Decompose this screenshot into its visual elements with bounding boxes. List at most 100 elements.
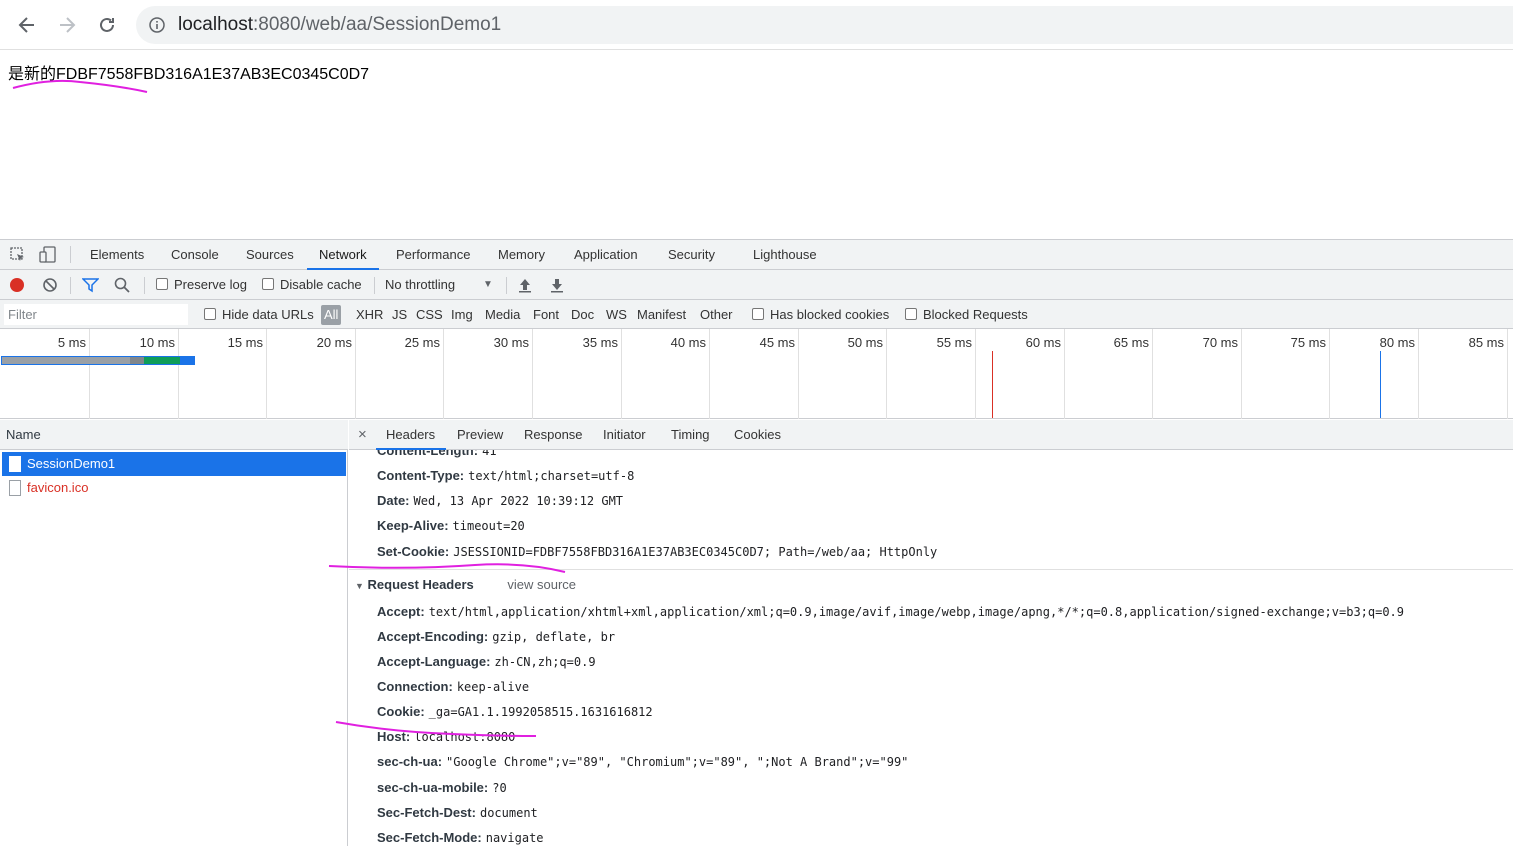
- timeline-tick-label: 70 ms: [1202, 335, 1238, 350]
- header-row: Date: Wed, 13 Apr 2022 10:39:12 GMT: [377, 493, 623, 508]
- header-value: ?0: [492, 781, 507, 795]
- export-har-icon[interactable]: [550, 277, 564, 296]
- type-filter-other[interactable]: Other: [700, 300, 733, 329]
- tab-application[interactable]: Application: [574, 240, 638, 270]
- request-name: favicon.ico: [27, 480, 89, 495]
- type-filter-doc[interactable]: Doc: [571, 300, 594, 329]
- browser-toolbar: localhost:8080/web/aa/SessionDemo1: [0, 0, 1513, 50]
- blocked-requests-checkbox[interactable]: Blocked Requests: [905, 300, 1028, 329]
- type-filter-js[interactable]: JS: [392, 300, 407, 329]
- preserve-log-checkbox[interactable]: Preserve log: [156, 270, 247, 300]
- header-value: gzip, deflate, br: [492, 630, 616, 644]
- clear-icon[interactable]: [42, 277, 58, 296]
- filter-icon[interactable]: [81, 277, 100, 296]
- document-file-icon: [9, 456, 21, 472]
- url-text: localhost:8080/web/aa/SessionDemo1: [178, 14, 501, 36]
- type-filter-xhr[interactable]: XHR: [356, 300, 383, 329]
- annotation-underline-page: [12, 79, 148, 93]
- header-row: Content-Type: text/html;charset=utf-8: [377, 468, 634, 483]
- header-value: "Google Chrome";v="89", "Chromium";v="89…: [446, 755, 909, 769]
- annotation-underline-set-cookie: [328, 563, 566, 573]
- header-row: Content-Length: 41: [377, 450, 497, 458]
- detail-tabbar: × Headers Preview Response Initiator Tim…: [349, 420, 1513, 450]
- timeline-grid-line: [443, 329, 444, 419]
- header-row: sec-ch-ua: "Google Chrome";v="89", "Chrom…: [377, 754, 908, 769]
- tab-memory[interactable]: Memory: [498, 240, 545, 270]
- search-icon[interactable]: [114, 277, 130, 296]
- header-row: sec-ch-ua-mobile: ?0: [377, 780, 507, 795]
- tab-console[interactable]: Console: [171, 240, 219, 270]
- type-filter-img[interactable]: Img: [451, 300, 473, 329]
- tab-preview[interactable]: Preview: [457, 420, 503, 450]
- tab-initiator[interactable]: Initiator: [603, 420, 646, 450]
- has-blocked-cookies-checkbox[interactable]: Has blocked cookies: [752, 300, 889, 329]
- back-arrow-icon[interactable]: [14, 12, 40, 38]
- timeline-tick-label: 25 ms: [404, 335, 440, 350]
- filter-input[interactable]: Filter: [4, 304, 188, 325]
- header-value: zh-CN,zh;q=0.9: [494, 655, 596, 669]
- checkbox-box: [204, 308, 216, 320]
- timeline-grid-line: [1241, 329, 1242, 419]
- timeline-tick-label: 50 ms: [847, 335, 883, 350]
- inspect-element-icon[interactable]: [10, 247, 26, 266]
- name-column-header[interactable]: Name: [0, 420, 348, 450]
- expand-triangle-icon: ▼: [355, 581, 364, 591]
- header-name: sec-ch-ua:: [377, 754, 443, 769]
- timeline-tick-label: 85 ms: [1468, 335, 1504, 350]
- timeline-bar-waiting: [2, 357, 130, 364]
- tab-sources[interactable]: Sources: [246, 240, 294, 270]
- hide-data-urls-label: Hide data URLs: [222, 307, 314, 322]
- domcontentloaded-marker: [1380, 351, 1381, 418]
- record-icon[interactable]: [10, 278, 24, 292]
- device-toolbar-icon[interactable]: [39, 246, 57, 267]
- header-name: Sec-Fetch-Mode:: [377, 830, 482, 845]
- timeline-tick-label: 15 ms: [227, 335, 263, 350]
- reload-icon[interactable]: [94, 12, 120, 38]
- request-row[interactable]: favicon.ico: [2, 476, 346, 500]
- header-row: Accept-Language: zh-CN,zh;q=0.9: [377, 654, 596, 669]
- type-filter-css[interactable]: CSS: [416, 300, 443, 329]
- timeline-tick-label: 60 ms: [1025, 335, 1061, 350]
- tab-network[interactable]: Network: [307, 240, 379, 270]
- forward-arrow-icon[interactable]: [54, 12, 80, 38]
- timeline-tick-label: 5 ms: [57, 335, 86, 350]
- header-name: Keep-Alive:: [377, 518, 449, 533]
- header-row: Accept-Encoding: gzip, deflate, br: [377, 629, 615, 644]
- header-row: Connection: keep-alive: [377, 679, 529, 694]
- tab-security[interactable]: Security: [668, 240, 715, 270]
- timeline-grid-line: [178, 329, 179, 419]
- import-har-icon[interactable]: [518, 277, 532, 296]
- throttling-select[interactable]: No throttling ▼: [385, 270, 495, 300]
- tab-cookies[interactable]: Cookies: [734, 420, 781, 450]
- tab-elements[interactable]: Elements: [90, 240, 144, 270]
- site-info-icon[interactable]: [149, 17, 165, 36]
- header-name: Accept-Language:: [377, 654, 491, 669]
- devtools-tabbar: Elements Console Sources Network Perform…: [0, 240, 1513, 270]
- blocked-requests-label: Blocked Requests: [923, 307, 1028, 322]
- close-icon[interactable]: ×: [358, 420, 367, 450]
- type-filter-media[interactable]: Media: [485, 300, 520, 329]
- tab-performance[interactable]: Performance: [396, 240, 470, 270]
- disable-cache-checkbox[interactable]: Disable cache: [262, 270, 362, 300]
- tab-response[interactable]: Response: [524, 420, 583, 450]
- tab-timing[interactable]: Timing: [671, 420, 710, 450]
- tab-lighthouse[interactable]: Lighthouse: [753, 240, 817, 270]
- type-filter-font[interactable]: Font: [533, 300, 559, 329]
- type-filter-ws[interactable]: WS: [606, 300, 627, 329]
- header-name: Accept-Encoding:: [377, 629, 489, 644]
- header-row: Accept: text/html,application/xhtml+xml,a…: [377, 604, 1404, 619]
- timeline-tick-label: 10 ms: [139, 335, 175, 350]
- tab-headers[interactable]: Headers: [386, 420, 435, 450]
- hide-data-urls-checkbox[interactable]: Hide data URLs: [204, 300, 314, 329]
- header-name: sec-ch-ua-mobile:: [377, 780, 489, 795]
- request-row[interactable]: SessionDemo1: [2, 452, 346, 476]
- header-value: timeout=20: [452, 519, 525, 533]
- timeline-request-bar: [1, 356, 195, 365]
- request-name: SessionDemo1: [27, 456, 116, 471]
- headers-content: Content-Length: 41 Content-Type: text/html…: [349, 450, 1513, 846]
- network-overview-timeline[interactable]: 5 ms 10 ms 15 ms 20 ms 25 ms 30 ms 35 ms 40 ms 4…: [0, 329, 1513, 419]
- type-filter-manifest[interactable]: Manifest: [637, 300, 686, 329]
- address-bar[interactable]: localhost:8080/web/aa/SessionDemo1: [136, 6, 1513, 44]
- type-filter-all[interactable]: All: [321, 305, 342, 325]
- header-value: Wed, 13 Apr 2022 10:39:12 GMT: [413, 494, 624, 508]
